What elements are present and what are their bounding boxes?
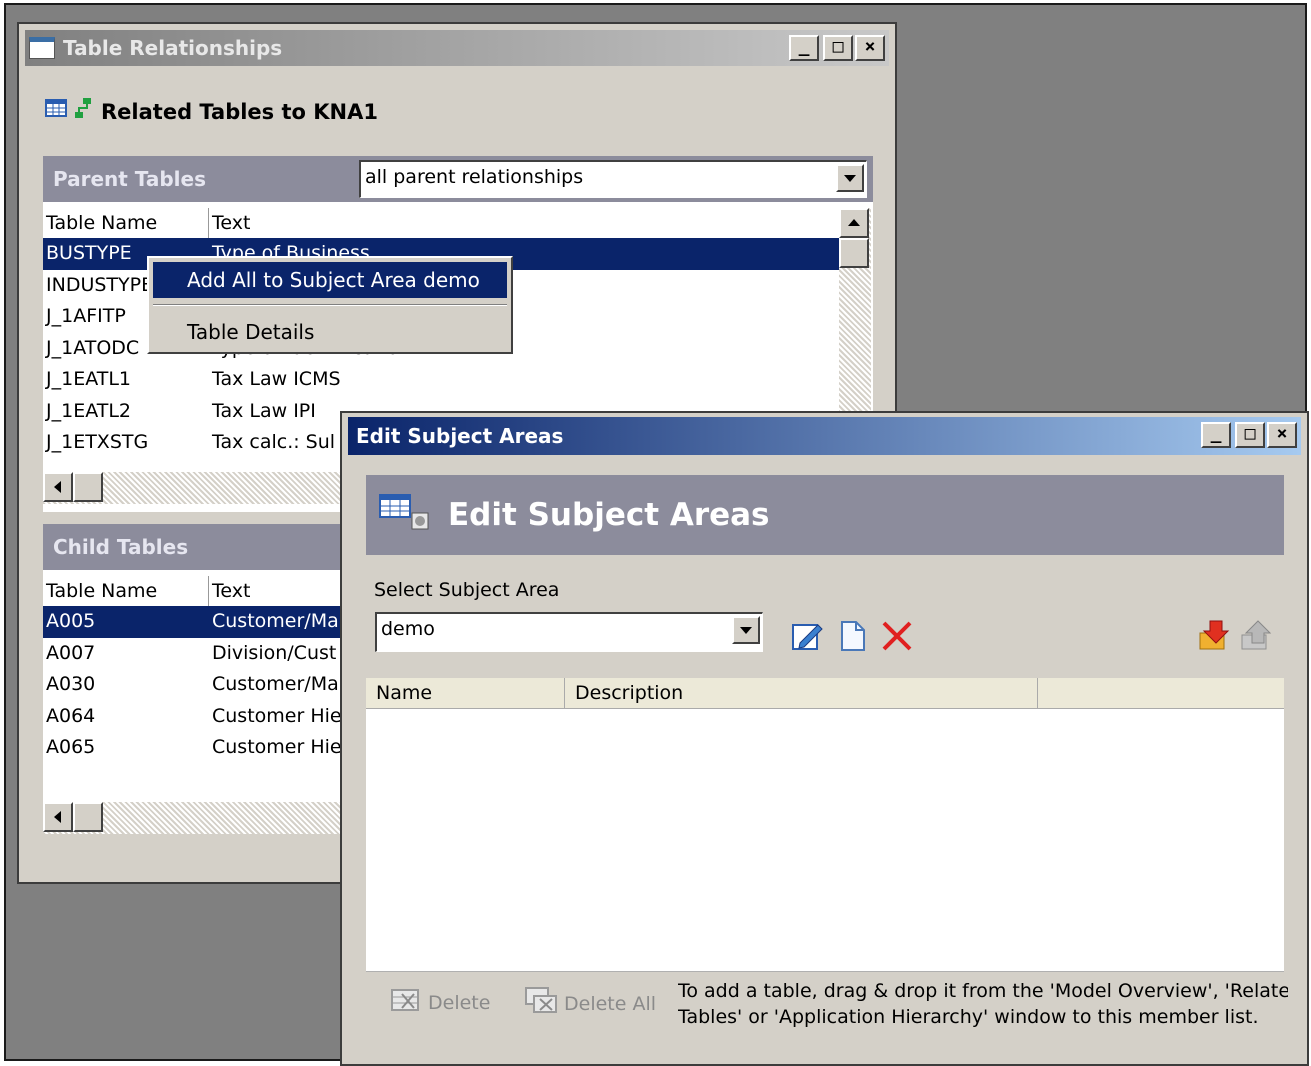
cell-table-name: J_1EATL1 [46,368,131,390]
drag-drop-hint: To add a table, drag & drop it from the … [678,978,1288,1030]
scroll-thumb[interactable] [73,472,103,502]
cell-table-name: A030 [46,673,96,695]
chevron-down-icon[interactable] [836,164,864,192]
column-header-name[interactable]: Name [366,678,565,708]
scroll-left-button[interactable] [43,472,73,502]
heading-text: Related Tables to KNA1 [101,99,378,124]
delete-button[interactable]: Delete [390,986,490,1019]
relationship-icon [75,96,93,127]
new-document-icon[interactable] [838,619,868,658]
maximize-button[interactable]: □ [1235,422,1265,448]
scroll-thumb[interactable] [839,238,869,268]
export-icon[interactable] [1238,619,1274,658]
hint-line-2: Tables' or 'Application Hierarchy' windo… [678,1006,1259,1028]
scroll-thumb[interactable] [73,802,103,832]
delete-all-label: Delete All [564,992,657,1015]
subject-area-members-grid[interactable]: Name Description [366,678,1284,971]
table-icon [45,97,75,126]
bottom-toolbar: Delete Delete All To add a table, drag &… [366,971,1288,1042]
scroll-up-button[interactable] [839,208,869,238]
edit-icon[interactable] [790,619,826,658]
subject-area-select[interactable]: demo [375,612,763,652]
close-button[interactable]: × [855,35,885,61]
cell-table-name: A065 [46,736,96,758]
menu-separator [153,304,507,306]
cell-table-name: J_1ETXSTG [46,431,149,453]
delete-x-icon[interactable] [880,619,914,658]
context-menu: Add All to Subject Area demo Table Detai… [147,256,513,354]
title-bar[interactable]: Table Relationships _ □ × [25,30,889,66]
parent-filter-select[interactable]: all parent relationships [359,160,867,198]
cell-table-name: A007 [46,641,96,664]
cell-text: Tax Law ICMS [212,368,341,390]
select-subject-area-label: Select Subject Area [374,579,560,601]
edit-heading: Edit Subject Areas [448,497,770,533]
cell-table-name: J_1EATL2 [46,399,131,422]
column-header-table-name[interactable]: Table Name [43,576,209,606]
cell-table-name: A064 [46,704,96,727]
minimize-button[interactable]: _ [789,35,819,61]
delete-icon [390,986,424,1019]
related-tables-heading: Related Tables to KNA1 [45,96,378,127]
edit-subject-areas-window: Edit Subject Areas _ □ × Edit Subject Ar… [340,411,1309,1066]
cell-table-name: A005 [46,610,96,632]
close-button[interactable]: × [1267,422,1297,448]
window-title: Edit Subject Areas [356,424,564,448]
minimize-button[interactable]: _ [1201,422,1231,448]
subject-area-icon [378,491,442,540]
subject-area-value: demo [381,618,435,640]
menu-item-table-details[interactable]: Table Details [153,314,507,350]
hint-line-1: To add a table, drag & drop it from the … [678,980,1288,1002]
table-row[interactable]: J_1EATL1 Tax Law ICMS [43,364,839,396]
delete-all-icon [524,986,560,1021]
parent-filter-value: all parent relationships [365,166,584,188]
maximize-button[interactable]: □ [823,35,853,61]
delete-all-button[interactable]: Delete All [524,986,656,1021]
column-header-text[interactable]: Text [209,208,809,238]
delete-label: Delete [428,991,491,1014]
title-bar[interactable]: Edit Subject Areas _ □ × [348,417,1301,455]
window-title: Table Relationships [63,36,283,60]
edit-header-band: Edit Subject Areas [366,475,1284,555]
scroll-left-button[interactable] [43,802,73,832]
column-header-empty [1038,678,1284,708]
import-icon[interactable] [1196,619,1232,658]
column-header-table-name[interactable]: Table Name [43,208,209,238]
chevron-down-icon[interactable] [732,616,760,644]
menu-item-add-all-to-subject-area[interactable]: Add All to Subject Area demo [153,262,507,298]
window-icon [29,37,55,59]
column-header-description[interactable]: Description [565,678,1038,708]
